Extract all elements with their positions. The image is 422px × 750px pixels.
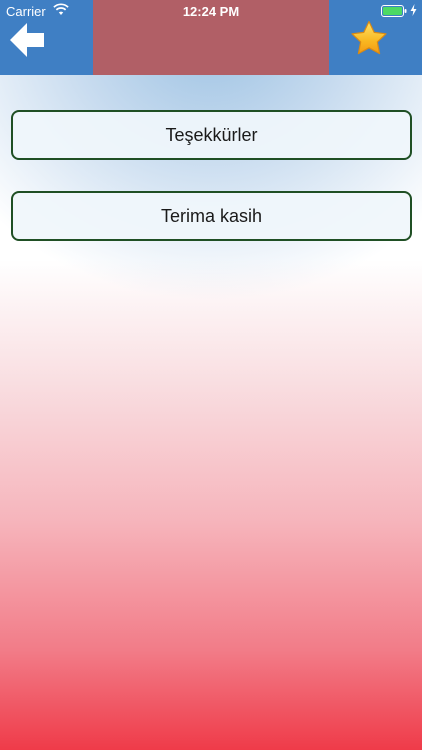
charging-bolt-icon [410,4,417,16]
translation-list: Teşekkürler Terima kasih [11,110,412,241]
battery-icon [381,5,407,17]
translation-button-indonesian[interactable]: Terima kasih [11,191,412,241]
star-icon [351,20,387,55]
status-bar: Carrier 12:24 PM [0,0,422,22]
status-time: 12:24 PM [182,4,240,19]
translation-button-turkish[interactable]: Teşekkürler [11,110,412,160]
back-arrow-icon [10,23,44,57]
